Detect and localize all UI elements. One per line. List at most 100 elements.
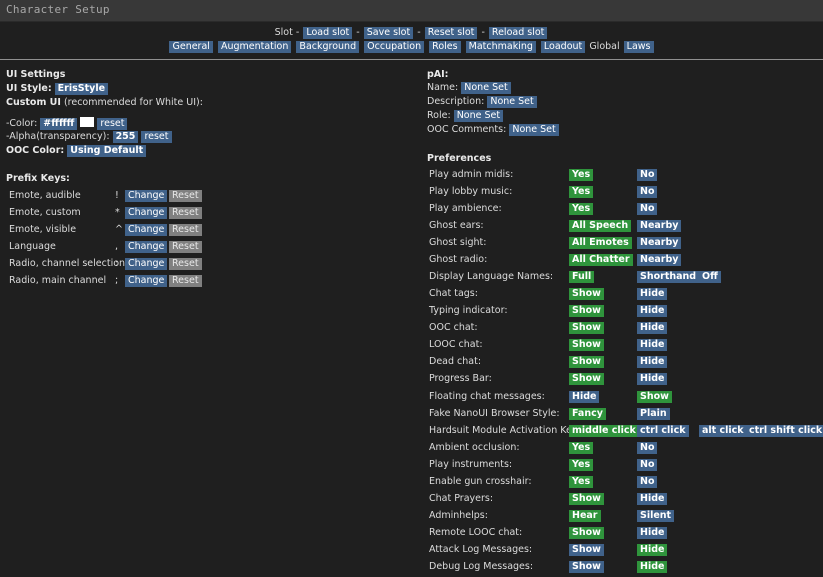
preference-label: Play lobby music: bbox=[429, 186, 513, 198]
preference-option-button[interactable]: Yes bbox=[569, 169, 594, 181]
preference-option-button[interactable]: No bbox=[637, 458, 658, 471]
pai-heading: pAI: bbox=[427, 69, 449, 80]
preference-option-button[interactable]: All Chatter bbox=[569, 254, 633, 267]
preference-option-button[interactable]: Plain bbox=[637, 407, 670, 420]
preference-option-button[interactable]: Hide bbox=[637, 373, 668, 386]
tab-augmentation[interactable]: Augmentation bbox=[217, 41, 292, 53]
preference-option-button[interactable]: Show bbox=[569, 339, 604, 352]
preference-option-button[interactable]: middle click bbox=[569, 424, 639, 437]
preference-option-button[interactable]: Hide bbox=[637, 543, 668, 556]
preference-option-button[interactable]: Show bbox=[569, 288, 604, 301]
prefix-key-reset-button[interactable]: Reset bbox=[169, 241, 202, 253]
prefix-key-value: ^ bbox=[115, 224, 123, 235]
preference-option-button[interactable]: Full bbox=[569, 271, 595, 284]
preference-option-button[interactable]: No bbox=[637, 475, 658, 488]
preference-option-button[interactable]: Show bbox=[569, 543, 604, 556]
prefix-key-reset-button[interactable]: Reset bbox=[169, 190, 202, 202]
prefix-key-change-button[interactable]: Change bbox=[125, 275, 168, 287]
preference-option-button[interactable]: Hide bbox=[637, 526, 668, 539]
pai-role-button[interactable]: None Set bbox=[453, 110, 504, 122]
prefix-key-change-button[interactable]: Change bbox=[125, 190, 168, 202]
preference-option-button[interactable]: Shorthand bbox=[637, 271, 700, 284]
preference-option-button[interactable]: Yes bbox=[569, 203, 594, 216]
preference-label: Play ambience: bbox=[429, 203, 502, 215]
preference-label: Typing indicator: bbox=[429, 305, 508, 317]
preference-option-button[interactable]: Hide bbox=[637, 322, 668, 335]
preference-option-button[interactable]: Hide bbox=[637, 288, 668, 301]
preference-option-button[interactable]: Show bbox=[569, 560, 604, 573]
ui-alpha-reset-button[interactable]: reset bbox=[141, 131, 172, 143]
divider bbox=[0, 59, 823, 60]
pai-ooc-button[interactable]: None Set bbox=[509, 124, 559, 136]
prefix-key-change-button[interactable]: Change bbox=[125, 241, 168, 253]
preference-option-button[interactable]: Hide bbox=[637, 492, 668, 505]
preference-option-button[interactable]: Nearby bbox=[637, 237, 682, 250]
preference-option-button[interactable]: Hide bbox=[569, 390, 600, 403]
load-slot-button[interactable]: Load slot bbox=[303, 27, 353, 39]
preference-option-button[interactable]: ctrl shift click bbox=[746, 424, 823, 437]
preference-option-button[interactable]: Show bbox=[569, 526, 604, 539]
ui-color-reset-button[interactable]: reset bbox=[97, 118, 128, 130]
preference-option-button[interactable]: Hide bbox=[637, 560, 668, 573]
preference-option-button[interactable]: Fancy bbox=[569, 407, 606, 420]
prefix-key-value: ! bbox=[115, 190, 119, 201]
preference-option-button[interactable]: No bbox=[637, 203, 658, 216]
preference-option-button[interactable]: Off bbox=[699, 271, 721, 284]
reset-slot-button[interactable]: Reset slot bbox=[424, 27, 478, 39]
prefix-key-change-button[interactable]: Change bbox=[125, 224, 168, 236]
reload-slot-button[interactable]: Reload slot bbox=[488, 27, 548, 39]
preference-option-button[interactable]: No bbox=[637, 186, 658, 199]
preference-option-button[interactable]: Yes bbox=[569, 186, 594, 199]
preference-option-button[interactable]: Nearby bbox=[637, 254, 682, 267]
preference-label: Hardsuit Module Activation Key: bbox=[429, 424, 580, 436]
preference-option-button[interactable]: No bbox=[637, 441, 658, 454]
preference-option-button[interactable]: Show bbox=[569, 373, 604, 386]
pai-description-row: Description: None Set bbox=[427, 96, 537, 108]
prefix-key-change-button[interactable]: Change bbox=[125, 207, 168, 219]
ui-alpha-button[interactable]: 255 bbox=[112, 131, 139, 143]
tab-loadout[interactable]: Loadout bbox=[540, 41, 586, 53]
preference-option-button[interactable]: Show bbox=[637, 390, 672, 403]
preference-option-button[interactable]: Show bbox=[569, 305, 604, 318]
pai-name-button[interactable]: None Set bbox=[461, 82, 511, 94]
tab-matchmaking[interactable]: Matchmaking bbox=[465, 41, 536, 53]
save-slot-button[interactable]: Save slot bbox=[363, 27, 414, 39]
ui-style-button[interactable]: ErisStyle bbox=[54, 83, 109, 95]
tab-bar: General Augmentation Background Occupati… bbox=[0, 41, 823, 53]
prefix-key-reset-button[interactable]: Reset bbox=[169, 258, 202, 270]
preference-option-button[interactable]: Hide bbox=[637, 356, 668, 369]
tab-roles[interactable]: Roles bbox=[429, 41, 461, 53]
preference-option-button[interactable]: Hide bbox=[637, 305, 668, 318]
preference-option-button[interactable]: alt click bbox=[699, 424, 747, 437]
preference-option-button[interactable]: ctrl click bbox=[637, 424, 689, 437]
tab-background[interactable]: Background bbox=[296, 41, 360, 53]
prefix-key-change-button[interactable]: Change bbox=[125, 258, 168, 270]
ui-color-button[interactable]: #ffffff bbox=[40, 118, 78, 130]
prefix-key-reset-button[interactable]: Reset bbox=[169, 207, 202, 219]
preference-option-button[interactable]: Hide bbox=[637, 339, 668, 352]
tab-laws[interactable]: Laws bbox=[623, 41, 654, 53]
preference-option-button[interactable]: Show bbox=[569, 492, 604, 505]
preference-option-button[interactable]: Silent bbox=[637, 509, 675, 522]
preference-option-button[interactable]: Yes bbox=[569, 475, 594, 488]
tab-general[interactable]: General bbox=[169, 41, 213, 53]
preference-option-button[interactable]: No bbox=[637, 169, 658, 181]
preference-option-button[interactable]: Show bbox=[569, 356, 604, 369]
ooc-color-button[interactable]: Using Default bbox=[67, 145, 147, 157]
preference-option-button[interactable]: Hear bbox=[569, 509, 601, 522]
preference-option-button[interactable]: Yes bbox=[569, 458, 594, 471]
tab-occupation[interactable]: Occupation bbox=[364, 41, 425, 53]
preference-option-button[interactable]: All Speech bbox=[569, 220, 632, 233]
preference-label: Play instruments: bbox=[429, 458, 513, 470]
preference-label: Fake NanoUI Browser Style: bbox=[429, 407, 560, 419]
preference-option-button[interactable]: Nearby bbox=[637, 220, 682, 233]
preference-option-button[interactable]: Yes bbox=[569, 441, 594, 454]
preference-option-button[interactable]: Show bbox=[569, 322, 604, 335]
pai-name-label: Name: bbox=[427, 82, 459, 93]
preference-option-button[interactable]: All Emotes bbox=[569, 237, 632, 250]
pai-description-button[interactable]: None Set bbox=[487, 96, 537, 108]
prefix-key-value: ; bbox=[115, 275, 119, 286]
prefix-key-reset-button[interactable]: Reset bbox=[169, 275, 202, 287]
preference-label: Chat Prayers: bbox=[429, 492, 494, 504]
prefix-key-reset-button[interactable]: Reset bbox=[169, 224, 202, 236]
